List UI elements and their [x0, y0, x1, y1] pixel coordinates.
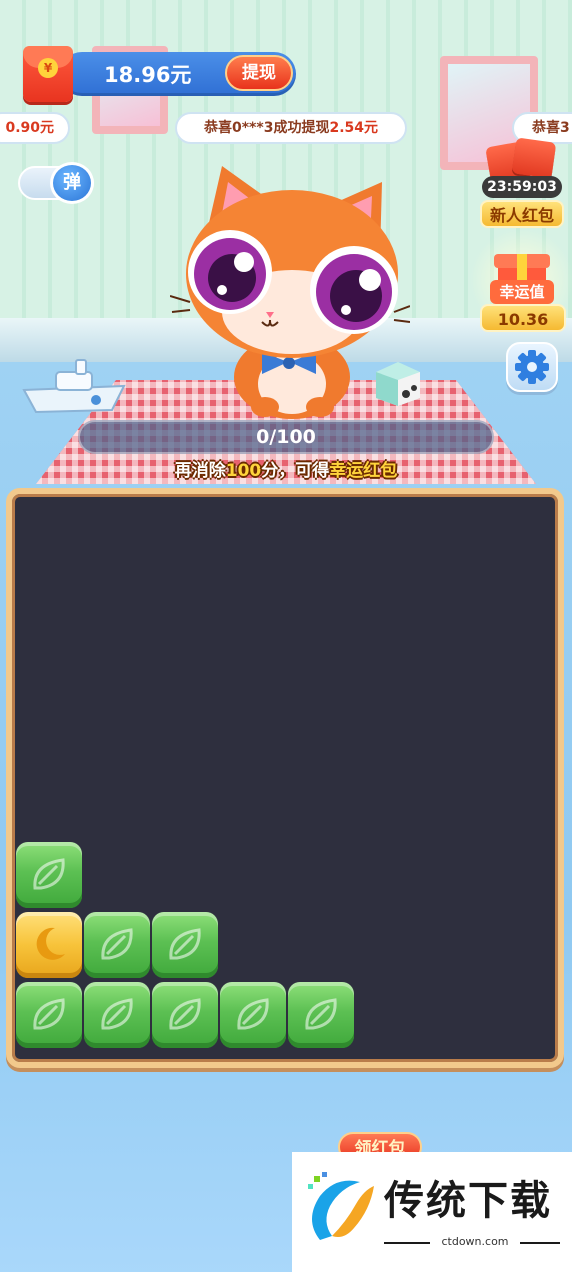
leaf-block[interactable] — [16, 982, 82, 1048]
watermark-divider — [520, 1242, 560, 1244]
newbie-redpacket-button[interactable]: 新人红包 — [480, 200, 564, 228]
leaf-icon — [33, 858, 65, 890]
watermark-url: ctdown.com — [430, 1234, 520, 1250]
leaf-block[interactable] — [152, 982, 218, 1048]
moon-block[interactable] — [16, 912, 82, 978]
popup-toggle-knob[interactable]: 弹 — [50, 162, 94, 204]
watermark-title: 传统下载 — [384, 1178, 552, 1224]
cat-mascot[interactable] — [170, 162, 410, 422]
leaf-block[interactable] — [84, 912, 150, 978]
leaf-icon — [101, 928, 133, 960]
ticker-item: 恭喜0***3成功提现2.54元 — [175, 112, 407, 144]
watermark-divider — [384, 1242, 430, 1244]
toy-boat-icon — [22, 359, 126, 414]
reward-hint: 再消除100分，可得幸运红包 — [60, 456, 512, 486]
leaf-icon — [33, 998, 65, 1030]
yuan-coin-icon: ¥ — [38, 58, 58, 78]
leaf-icon — [101, 998, 133, 1030]
score-progress-text: 0/100 — [256, 426, 316, 448]
leaf-icon — [237, 998, 269, 1030]
redpacket-icon[interactable]: ¥ — [23, 46, 73, 102]
leaf-block[interactable] — [220, 982, 286, 1048]
leaf-block[interactable] — [288, 982, 354, 1048]
balance-amount: 18.96元 — [104, 63, 192, 87]
gear-icon — [515, 350, 549, 384]
lucky-value[interactable]: 10.36 — [480, 304, 566, 332]
leaf-block[interactable] — [16, 842, 82, 908]
leaf-block[interactable] — [152, 912, 218, 978]
leaf-block[interactable] — [84, 982, 150, 1048]
withdraw-button[interactable]: 提现 — [225, 55, 293, 91]
moon-icon — [36, 927, 65, 960]
leaf-icon — [305, 998, 337, 1030]
settings-button[interactable] — [506, 342, 558, 392]
hint-text: 再消除 — [174, 461, 226, 481]
hint-text: 分，可得 — [261, 461, 330, 481]
watermark-logo — [308, 1172, 374, 1240]
hint-points: 100 — [225, 461, 262, 481]
lucky-label: 幸运值 — [490, 280, 554, 304]
ticker-amount: 2.54元 — [329, 120, 378, 136]
hint-reward: 幸运红包 — [329, 461, 398, 481]
ticker-item: 0.90元 — [0, 112, 70, 144]
leaf-icon — [169, 928, 201, 960]
ticker-text: 恭喜0***3成功提现 — [204, 120, 330, 136]
newbie-countdown: 23:59:03 — [482, 176, 562, 198]
leaf-icon — [169, 998, 201, 1030]
game-board[interactable] — [6, 488, 564, 1068]
